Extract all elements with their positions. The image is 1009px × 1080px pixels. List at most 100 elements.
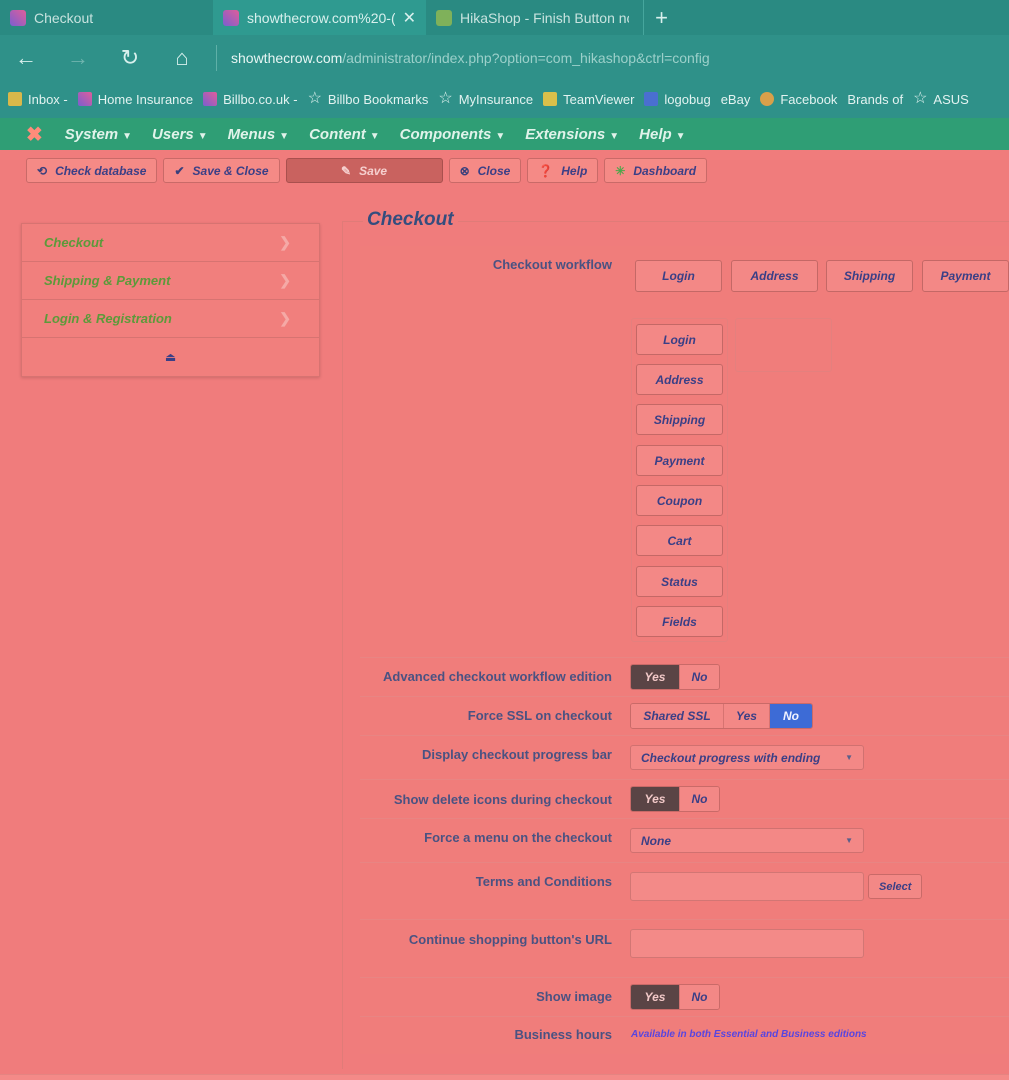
workflow-item-fields[interactable]: Fields (636, 606, 723, 637)
continue-url-label: Continue shopping button's URL (408, 932, 612, 947)
sidebar-collapse-button[interactable]: ⏏ (22, 338, 319, 376)
show-image-label: Show image (536, 989, 612, 1004)
workflow-item-coupon[interactable]: Coupon (636, 485, 723, 516)
ssl-shared-option[interactable]: Shared SSL (631, 704, 723, 728)
help-button[interactable]: ❓ Help (527, 158, 599, 183)
select-value: None (641, 833, 671, 848)
workflow-drop-area[interactable] (735, 318, 832, 372)
force-menu-select[interactable]: None ▼ (630, 828, 864, 853)
sidebar-item-login-registration[interactable]: Login & Registration ❯ (22, 300, 319, 338)
bookmark-label: Billbo.co.uk - (223, 91, 298, 107)
workflow-item-status[interactable]: Status (636, 566, 723, 597)
home-icon[interactable]: ⌂ (156, 45, 208, 71)
browser-tab-checkout[interactable]: Checkout (0, 0, 213, 35)
bookmark-brands-of[interactable]: Brands of (847, 92, 903, 107)
config-sidebar: Checkout ❯ Shipping & Payment ❯ Login & Re… (21, 223, 320, 377)
new-tab-button[interactable]: + (643, 0, 679, 35)
bookmark-billbo[interactable]: Billbo.co.uk - (203, 91, 298, 107)
continue-url-input[interactable] (630, 929, 864, 958)
workflow-item-login[interactable]: Login (636, 324, 723, 355)
caret-down-icon: ▼ (279, 130, 290, 142)
bookmark-myinsurance[interactable]: ☆ MyInsurance (438, 91, 533, 107)
force-ssl-toggle: Shared SSL Yes No (630, 703, 813, 729)
bookmark-home-insurance[interactable]: Home Insurance (77, 92, 193, 107)
save-close-button[interactable]: ✔ Save & Close (163, 158, 280, 183)
button-label: Dashboard (633, 163, 697, 178)
close-icon[interactable]: ✕ (403, 8, 416, 28)
check-database-button[interactable]: ⟲ Check database (26, 158, 158, 183)
menu-label: Menus (227, 125, 276, 143)
force-ssl-label: Force SSL on checkout (467, 708, 612, 723)
checkout-workflow-label: Checkout workflow (492, 257, 612, 272)
ssl-no-option[interactable]: No (769, 704, 812, 728)
workflow-payment-button[interactable]: Payment (922, 260, 1009, 292)
menu-content[interactable]: Content ▼ (309, 126, 380, 143)
bookmark-label: TeamViewer (563, 91, 635, 107)
workflow-item-payment[interactable]: Payment (636, 445, 723, 476)
forward-arrow-icon[interactable]: → (52, 45, 104, 71)
edit-icon: ✎ (341, 163, 352, 178)
sidebar-item-shipping-payment[interactable]: Shipping & Payment ❯ (22, 262, 319, 300)
browser-tab-hikashop[interactable]: HikaShop - Finish Button nc (426, 0, 639, 35)
workflow-item-shipping[interactable]: Shipping (636, 404, 723, 435)
bookmark-facebook[interactable]: Facebook (760, 92, 837, 107)
caret-down-icon: ▼ (495, 130, 506, 142)
back-arrow-icon[interactable]: ← (0, 45, 52, 71)
refresh-icon: ⟲ (37, 163, 48, 178)
sidebar-item-checkout[interactable]: Checkout ❯ (22, 224, 319, 262)
refresh-icon[interactable]: ↻ (104, 45, 156, 71)
divider (216, 44, 217, 71)
bookmark-asus[interactable]: ☆ ASUS (913, 90, 969, 107)
delete-icons-yes-option[interactable]: Yes (631, 787, 679, 811)
mail-icon (8, 92, 22, 106)
menu-system[interactable]: System ▼ (65, 126, 132, 143)
menu-label: Extensions (525, 125, 606, 143)
caret-down-icon: ▼ (609, 130, 620, 142)
show-image-toggle: Yes No (630, 984, 720, 1010)
advanced-no-option[interactable]: No (679, 665, 719, 689)
terms-input[interactable] (630, 872, 864, 901)
workflow-shipping-button[interactable]: Shipping (826, 260, 913, 292)
workflow-address-button[interactable]: Address (731, 260, 818, 292)
toolbar: ⟲ Check database ✔ Save & Close ✎ Save ⊗ Clo… (26, 158, 708, 183)
button-label: Save (359, 163, 388, 178)
row-divider (360, 1016, 1009, 1017)
delete-icons-toggle: Yes No (630, 786, 720, 812)
workflow-login-button[interactable]: Login (635, 260, 722, 292)
show-image-yes-option[interactable]: Yes (631, 985, 679, 1009)
menu-help[interactable]: Help ▼ (639, 126, 685, 143)
row-divider (360, 735, 1009, 736)
browser-nav-bar: ← → ↻ ⌂ showthecrow.com/administrator/in… (0, 35, 1009, 80)
business-hours-note: Available in both Essential and Business… (631, 1029, 867, 1040)
star-icon: ☆ (913, 90, 928, 107)
menu-menus[interactable]: Menus ▼ (228, 126, 289, 143)
bookmark-logobug[interactable]: logobug (644, 92, 711, 107)
bookmark-billbo-bookmarks[interactable]: ☆ Billbo Bookmarks (308, 91, 429, 107)
menu-extensions[interactable]: Extensions ▼ (525, 126, 619, 143)
menu-components[interactable]: Components ▼ (400, 126, 506, 143)
advanced-yes-option[interactable]: Yes (631, 665, 679, 689)
joomla-logo-icon[interactable]: ✖ (26, 122, 43, 147)
show-image-no-option[interactable]: No (679, 985, 719, 1009)
workflow-item-cart[interactable]: Cart (636, 525, 723, 556)
delete-icons-no-option[interactable]: No (679, 787, 719, 811)
save-button[interactable]: ✎ Save (285, 158, 443, 183)
menu-users[interactable]: Users ▼ (152, 126, 208, 143)
url-field[interactable]: showthecrow.com/administrator/index.php?… (231, 50, 710, 66)
workflow-item-address[interactable]: Address (636, 364, 723, 395)
chevron-right-icon: ❯ (279, 310, 291, 326)
bookmark-ebay[interactable]: eBay (721, 92, 751, 107)
bookmark-inbox[interactable]: Inbox - (8, 92, 68, 107)
bookmark-label: Facebook (780, 91, 838, 107)
dashboard-button[interactable]: ✳ Dashboard (604, 158, 708, 183)
progress-bar-select[interactable]: Checkout progress with ending ▼ (630, 745, 864, 770)
ssl-yes-option[interactable]: Yes (723, 704, 769, 728)
joomla-cross-icon (77, 92, 92, 106)
url-host: showthecrow.com (231, 49, 343, 66)
close-button[interactable]: ⊗ Close (448, 158, 522, 183)
bookmark-label: ASUS (933, 91, 969, 107)
browser-tab-showthecrow[interactable]: showthecrow.com%20-⁠( ✕ (213, 0, 426, 35)
bookmark-teamviewer[interactable]: TeamViewer (543, 92, 634, 107)
terms-select-button[interactable]: Select (868, 874, 923, 899)
tab-title: HikaShop - Finish Button nc (460, 9, 629, 26)
